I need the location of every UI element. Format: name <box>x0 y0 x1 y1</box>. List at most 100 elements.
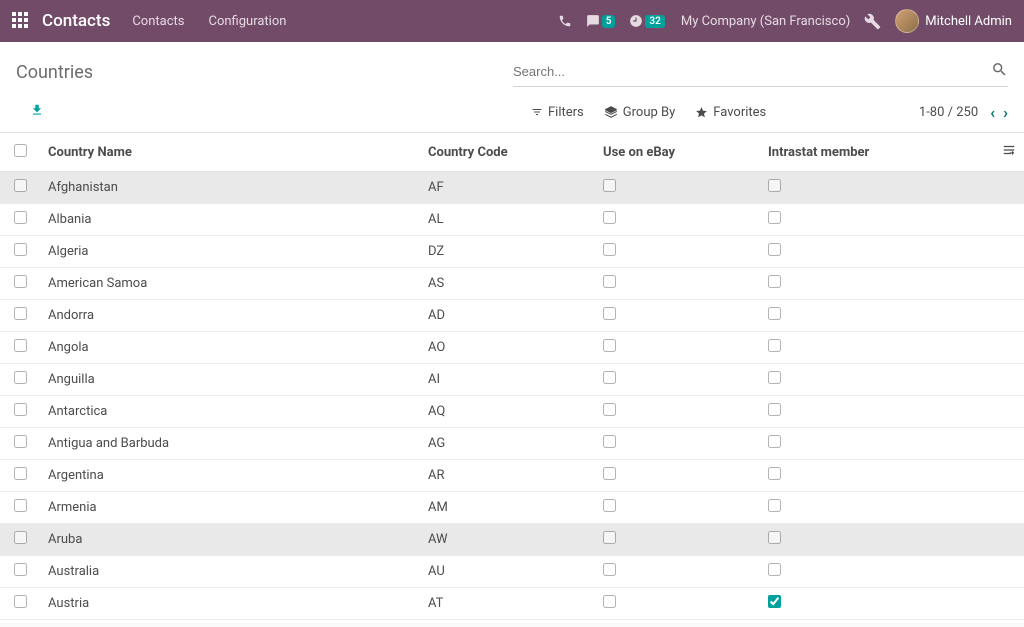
row-checkbox[interactable] <box>14 499 27 512</box>
search-icon[interactable] <box>991 61 1008 82</box>
cell-intrastat-checkbox[interactable] <box>768 435 781 448</box>
messages-badge: 5 <box>602 15 616 28</box>
search-input[interactable] <box>513 64 991 79</box>
row-checkbox[interactable] <box>14 211 27 224</box>
groupby-button[interactable]: Group By <box>604 105 676 120</box>
col-country-name[interactable]: Country Name <box>40 133 420 172</box>
cell-country-code: AG <box>420 428 595 460</box>
activities-icon[interactable]: 32 <box>629 14 664 28</box>
cell-intrastat-checkbox[interactable] <box>768 563 781 576</box>
favorites-button[interactable]: Favorites <box>695 105 766 120</box>
activities-badge: 32 <box>645 15 664 28</box>
row-checkbox[interactable] <box>14 179 27 192</box>
cell-country-code: AM <box>420 492 595 524</box>
cell-ebay-checkbox[interactable] <box>603 275 616 288</box>
phone-icon[interactable] <box>558 14 572 28</box>
table-row[interactable]: Antigua and BarbudaAG <box>0 428 1024 460</box>
cell-ebay-checkbox[interactable] <box>603 179 616 192</box>
col-use-on-ebay[interactable]: Use on eBay <box>595 133 760 172</box>
cell-intrastat-checkbox[interactable] <box>768 211 781 224</box>
select-all-checkbox[interactable] <box>14 144 27 157</box>
cell-ebay-checkbox[interactable] <box>603 499 616 512</box>
cell-ebay-checkbox[interactable] <box>603 435 616 448</box>
cell-intrastat-checkbox[interactable] <box>768 499 781 512</box>
cell-country-name: Aruba <box>40 524 420 556</box>
cell-country-name: Australia <box>40 556 420 588</box>
table-row[interactable]: AntarcticaAQ <box>0 396 1024 428</box>
cell-ebay-checkbox[interactable] <box>603 211 616 224</box>
cell-country-name: Armenia <box>40 492 420 524</box>
table-row[interactable]: AlbaniaAL <box>0 204 1024 236</box>
row-checkbox[interactable] <box>14 531 27 544</box>
table-row[interactable]: AlgeriaDZ <box>0 236 1024 268</box>
cell-ebay-checkbox[interactable] <box>603 563 616 576</box>
cell-ebay-checkbox[interactable] <box>603 339 616 352</box>
pager-next[interactable]: › <box>1003 103 1008 122</box>
cell-intrastat-checkbox[interactable] <box>768 339 781 352</box>
row-checkbox[interactable] <box>14 339 27 352</box>
row-checkbox[interactable] <box>14 595 27 608</box>
row-checkbox[interactable] <box>14 307 27 320</box>
cell-intrastat-checkbox[interactable] <box>768 403 781 416</box>
table-row[interactable]: ArgentinaAR <box>0 460 1024 492</box>
table-row[interactable]: AndorraAD <box>0 300 1024 332</box>
table-row[interactable]: AustraliaAU <box>0 556 1024 588</box>
cell-ebay-checkbox[interactable] <box>603 243 616 256</box>
cell-ebay-checkbox[interactable] <box>603 531 616 544</box>
cell-intrastat-checkbox[interactable] <box>768 307 781 320</box>
row-checkbox[interactable] <box>14 243 27 256</box>
cell-intrastat-checkbox[interactable] <box>768 179 781 192</box>
col-options-icon[interactable] <box>990 133 1024 172</box>
cell-country-name: American Samoa <box>40 268 420 300</box>
search-box[interactable] <box>513 57 1008 87</box>
table-row[interactable]: ArubaAW <box>0 524 1024 556</box>
cell-country-name: Austria <box>40 588 420 620</box>
table-row[interactable]: AustriaAT <box>0 588 1024 620</box>
export-icon[interactable] <box>30 103 44 121</box>
cell-intrastat-checkbox[interactable] <box>768 531 781 544</box>
row-checkbox[interactable] <box>14 563 27 576</box>
row-checkbox[interactable] <box>14 403 27 416</box>
messages-icon[interactable]: 5 <box>586 14 616 28</box>
top-navbar: Contacts Contacts Configuration 5 32 My … <box>0 0 1024 42</box>
cell-ebay-checkbox[interactable] <box>603 467 616 480</box>
table-scroll-area[interactable]: Country Name Country Code Use on eBay In… <box>0 133 1024 623</box>
table-row[interactable]: AngolaAO <box>0 332 1024 364</box>
table-row[interactable]: AnguillaAI <box>0 364 1024 396</box>
cell-ebay-checkbox[interactable] <box>603 595 616 608</box>
user-menu[interactable]: Mitchell Admin <box>895 9 1012 33</box>
table-row[interactable]: AfghanistanAF <box>0 172 1024 204</box>
filters-button[interactable]: Filters <box>531 105 584 120</box>
nav-contacts[interactable]: Contacts <box>132 14 184 29</box>
cell-intrastat-checkbox[interactable] <box>768 467 781 480</box>
cell-country-code: AO <box>420 332 595 364</box>
nav-configuration[interactable]: Configuration <box>208 14 286 29</box>
countries-table: Country Name Country Code Use on eBay In… <box>0 133 1024 620</box>
cell-intrastat-checkbox[interactable] <box>768 371 781 384</box>
cell-country-code: AI <box>420 364 595 396</box>
apps-icon[interactable] <box>12 12 30 30</box>
cell-ebay-checkbox[interactable] <box>603 307 616 320</box>
debug-icon[interactable] <box>864 13 881 30</box>
row-checkbox[interactable] <box>14 435 27 448</box>
row-checkbox[interactable] <box>14 467 27 480</box>
user-name: Mitchell Admin <box>925 14 1012 29</box>
cell-intrastat-checkbox[interactable] <box>768 243 781 256</box>
col-country-code[interactable]: Country Code <box>420 133 595 172</box>
table-row[interactable]: American SamoaAS <box>0 268 1024 300</box>
col-intrastat[interactable]: Intrastat member <box>760 133 990 172</box>
pager-range[interactable]: 1-80 / 250 <box>919 105 978 120</box>
pager-prev[interactable]: ‹ <box>990 103 995 122</box>
table-row[interactable]: ArmeniaAM <box>0 492 1024 524</box>
company-selector[interactable]: My Company (San Francisco) <box>681 14 850 29</box>
cell-country-name: Anguilla <box>40 364 420 396</box>
cell-country-name: Antarctica <box>40 396 420 428</box>
cell-ebay-checkbox[interactable] <box>603 403 616 416</box>
app-brand[interactable]: Contacts <box>42 11 110 31</box>
cell-country-name: Andorra <box>40 300 420 332</box>
cell-intrastat-checkbox[interactable] <box>768 275 781 288</box>
cell-intrastat-checkbox[interactable] <box>768 595 781 608</box>
row-checkbox[interactable] <box>14 275 27 288</box>
row-checkbox[interactable] <box>14 371 27 384</box>
cell-ebay-checkbox[interactable] <box>603 371 616 384</box>
